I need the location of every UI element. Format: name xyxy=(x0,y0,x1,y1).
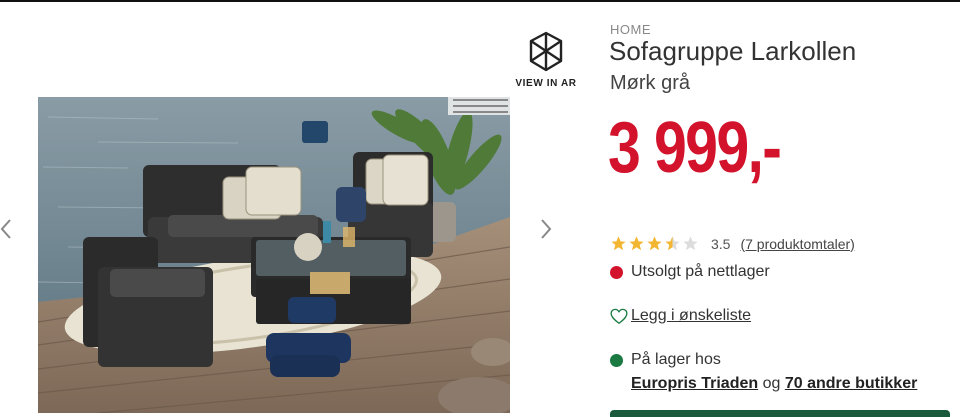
product-image[interactable] xyxy=(38,97,510,413)
add-to-wishlist-button[interactable]: Legg i ønskeliste xyxy=(610,307,751,325)
ar-cube-icon xyxy=(529,31,563,72)
star-icon xyxy=(611,236,626,251)
rating-value: 3.5 xyxy=(711,235,731,252)
out-of-stock-dot-icon xyxy=(610,265,623,279)
chevron-right-icon xyxy=(541,219,552,239)
product-title: Sofagruppe Larkollen xyxy=(609,36,857,66)
product-price: 3 999,- xyxy=(608,108,782,188)
heart-icon xyxy=(610,308,628,324)
brand-label[interactable]: HOME xyxy=(610,22,651,37)
star-icon xyxy=(647,236,662,251)
top-border xyxy=(0,0,960,2)
reviews-link[interactable]: (7 produktomtaler) xyxy=(740,236,854,252)
store-connector: og xyxy=(758,375,785,392)
in-store-status: På lager hos xyxy=(610,351,721,369)
star-icon xyxy=(629,236,644,251)
other-stores-link[interactable]: 70 andre butikker xyxy=(785,375,918,392)
rating-row: 3.5 (7 produktomtaler) xyxy=(610,235,855,252)
online-stock-label: Utsolgt på nettlager xyxy=(631,263,770,280)
store-link-europris-triaden[interactable]: Europris Triaden xyxy=(631,375,758,392)
star-half-icon xyxy=(665,236,680,251)
view-in-ar-label: VIEW IN AR xyxy=(515,78,577,89)
star-empty-icon xyxy=(683,236,698,251)
rating-stars xyxy=(610,235,699,252)
store-availability-line: Europris Triaden og 70 andre butikker xyxy=(631,375,917,393)
chevron-left-icon xyxy=(0,219,11,239)
in-stock-dot-icon xyxy=(610,353,623,367)
online-stock-status: Utsolgt på nettlager xyxy=(610,263,770,281)
wishlist-label: Legg i ønskeliste xyxy=(631,307,752,324)
gallery-prev-button[interactable] xyxy=(0,214,16,244)
add-to-cart-button[interactable] xyxy=(610,410,950,417)
gallery-next-button[interactable] xyxy=(536,214,556,244)
view-in-ar-button[interactable]: VIEW IN AR xyxy=(512,30,580,96)
in-store-label: På lager hos xyxy=(631,351,721,368)
product-variant: Mørk grå xyxy=(610,72,690,94)
